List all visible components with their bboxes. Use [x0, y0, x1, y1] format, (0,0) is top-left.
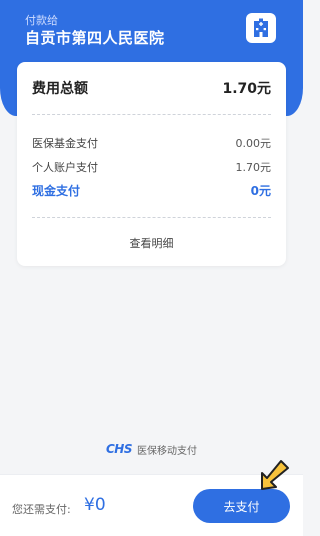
total-amount: 1.70元	[222, 81, 271, 97]
view-details-link[interactable]: 查看明细	[17, 235, 286, 251]
personal-account-value: 1.70元	[235, 161, 272, 174]
payment-summary-card: 费用总额 1.70元 医保基金支付 0.00元 个人账户支付 1.70元 现金支…	[17, 62, 286, 266]
cash-payment-value: 0元	[250, 184, 271, 198]
personal-account-row: 个人账户支付 1.70元	[32, 159, 271, 175]
total-row: 费用总额 1.70元	[32, 78, 271, 98]
chs-logo: CHS	[106, 442, 133, 456]
cash-payment-label: 现金支付	[32, 184, 81, 198]
divider	[32, 217, 271, 218]
personal-account-label: 个人账户支付	[32, 161, 98, 174]
payee-label: 付款给	[25, 14, 58, 27]
payee-name: 自贡市第四人民医院	[25, 29, 165, 47]
fund-payment-value: 0.00元	[235, 137, 272, 150]
hospital-building-icon	[246, 13, 276, 43]
pointer-arrow-icon	[261, 460, 289, 490]
chs-brand-text: 医保移动支付	[137, 445, 197, 457]
fund-payment-label: 医保基金支付	[32, 137, 98, 150]
fund-payment-row: 医保基金支付 0.00元	[32, 135, 271, 151]
amount-due-value: ¥0	[84, 495, 106, 515]
divider	[32, 114, 271, 115]
total-label: 费用总额	[32, 81, 88, 97]
amount-due-label: 您还需支付:	[12, 503, 71, 516]
cash-payment-row: 现金支付 0元	[32, 182, 271, 198]
